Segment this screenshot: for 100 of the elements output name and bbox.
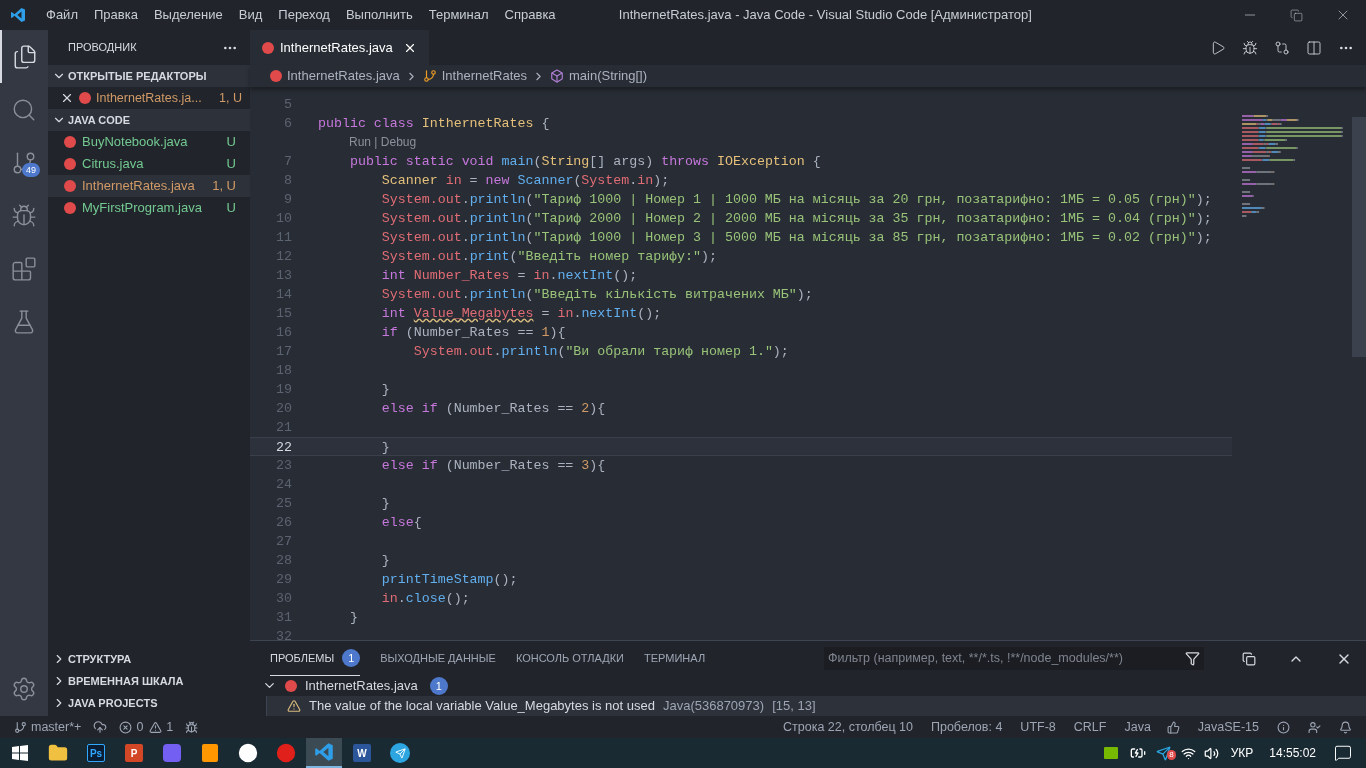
thumbs-up-icon[interactable]	[1166, 720, 1180, 734]
code-line: else if (Number_Rates == 2){	[380, 400, 606, 418]
section-header[interactable]: СТРУКТУРА	[48, 648, 250, 670]
line-number: 16	[275, 324, 292, 342]
section-header[interactable]: JAVA CODE	[48, 109, 250, 131]
settings-icon[interactable]	[11, 676, 37, 702]
app-logo-icon	[276, 743, 296, 763]
menu-item[interactable]: Переход	[270, 5, 338, 25]
code-line: if (Number_Rates == 1){	[380, 324, 566, 342]
problem-message[interactable]: The value of the local variable Value_Megabytes is not used	[309, 696, 655, 716]
file-status: U	[226, 133, 236, 152]
codelens[interactable]: Run | Debug	[349, 133, 417, 152]
line-number: 22	[275, 439, 292, 455]
status-item[interactable]: Java	[1124, 717, 1151, 737]
status-item[interactable]: CRLF	[1073, 717, 1107, 737]
menu-item[interactable]: Терминал	[420, 5, 497, 25]
java-file-icon	[64, 158, 76, 170]
error-icon	[119, 720, 133, 734]
feedback-icon[interactable]	[1308, 720, 1321, 734]
explorer-title: ПРОВОДНИК	[68, 40, 138, 56]
line-number: 25	[275, 495, 292, 513]
code-line: System.out.println("Введіть кількість витрачених МБ");	[380, 286, 813, 304]
debug-icon[interactable]	[1242, 39, 1258, 56]
files-icon	[12, 43, 38, 70]
panel-tab[interactable]: ТЕРМИНАЛ	[644, 641, 706, 676]
scrollbar[interactable]	[1352, 117, 1366, 357]
class-icon	[422, 69, 437, 83]
editor-tab[interactable]: InthernetRates.java	[250, 30, 429, 65]
close-icon[interactable]	[60, 91, 74, 105]
menu-item[interactable]: Выполнить	[337, 5, 421, 25]
code-line: }	[380, 439, 390, 455]
breadcrumb-item[interactable]: InthernetRates.java	[287, 66, 400, 86]
status-item[interactable]: Строка 22, столбец 10	[783, 717, 913, 737]
collapse-all-icon[interactable]	[1242, 651, 1256, 666]
file-item[interactable]: BuyNotebook.java U	[48, 131, 250, 153]
code-line: }	[380, 381, 390, 399]
battery-icon[interactable]	[1129, 745, 1146, 761]
windows-logo-icon[interactable]	[12, 745, 28, 761]
menu-item[interactable]: Выделение	[145, 5, 231, 25]
code-line: System.out.println("Тариф 1000 | Номер 3 | 5000 МБ на місяць за 85 грн, позатарифно: 1МБ = 0.02 (грн)");	[380, 229, 1212, 247]
taskbar-app[interactable]: W	[344, 738, 380, 768]
publish-icon[interactable]	[93, 720, 108, 734]
panel-tab[interactable]: КОНСОЛЬ ОТЛАДКИ	[515, 641, 624, 676]
git-tab[interactable]: 49	[0, 136, 48, 189]
keyboard-language[interactable]: УКР	[1230, 744, 1254, 762]
section-header[interactable]: ОТКРЫТЫЕ РЕДАКТОРЫ	[48, 65, 250, 87]
file-item[interactable]: MyFirstProgram.java U	[48, 197, 250, 219]
wifi-icon[interactable]	[1180, 745, 1196, 761]
java-runtime[interactable]: JavaSE-15	[1197, 717, 1259, 737]
vscode-logo-icon	[10, 7, 26, 23]
volume-icon[interactable]	[1203, 745, 1219, 761]
blocks-icon	[11, 255, 37, 282]
file-item[interactable]: Citrus.java U	[48, 153, 250, 175]
compare-icon[interactable]	[1274, 39, 1290, 56]
clock[interactable]: 14:55:02	[1269, 744, 1316, 762]
count-badge: 49	[22, 163, 40, 177]
split-editor-icon[interactable]	[1306, 39, 1322, 56]
problem-location: [15, 13]	[772, 697, 816, 715]
notification-icon[interactable]	[1339, 720, 1352, 734]
telegram-icon	[390, 743, 410, 763]
info-icon[interactable]	[1277, 720, 1290, 734]
menu-item[interactable]: Правка	[85, 5, 146, 25]
open-editor-item[interactable]: InthernetRates.ja... 1, U	[48, 87, 250, 109]
error-count[interactable]: 0	[136, 717, 144, 737]
taskbar-app[interactable]: P	[116, 738, 152, 768]
document-icon: W	[353, 744, 371, 762]
taskbar-app[interactable]: Ps	[78, 738, 114, 768]
breadcrumb-item[interactable]: main(String[])	[569, 66, 648, 86]
run-icon[interactable]	[1210, 39, 1226, 56]
line-number: 26	[275, 514, 292, 532]
warning-count[interactable]: 1	[166, 717, 174, 737]
problem-row[interactable]: The value of the local variable Value_Megabytes is not used Java(536870973) [15, 13]	[266, 695, 1366, 716]
breadcrumb-item[interactable]: InthernetRates	[441, 66, 527, 86]
panel-tab[interactable]: ВЫХОДНЫЕ ДАННЫЕ	[380, 641, 496, 676]
debug-icon[interactable]	[185, 720, 199, 734]
line-number: 11	[275, 229, 292, 247]
java-file-icon	[64, 180, 76, 192]
code-line: System.out.println("Тариф 1000 | Номер 1 | 1000 МБ на місяць за 20 грн, позатарифно: 1МБ = 0.05 (грн)");	[380, 191, 1212, 209]
line-number: 20	[275, 400, 292, 418]
section-header[interactable]: JAVA PROJECTS	[48, 692, 250, 714]
java-file-icon	[285, 679, 297, 692]
telegram-tray-icon[interactable]	[1155, 745, 1171, 761]
method-icon	[550, 69, 564, 83]
menu-item[interactable]: Вид	[230, 5, 271, 25]
menu-item[interactable]: Справка	[496, 5, 564, 25]
code-line: }	[348, 609, 358, 627]
branch-name[interactable]: master*+	[31, 717, 82, 737]
section-header[interactable]: ВРЕМЕННАЯ ШКАЛА	[48, 670, 250, 692]
gpu-icon[interactable]	[1103, 747, 1118, 759]
menu-item[interactable]: Файл	[38, 5, 86, 25]
panel-tab[interactable]: ПРОБЛЕМЫ 1	[270, 641, 361, 676]
notifications-icon[interactable]	[1334, 744, 1352, 762]
status-item[interactable]: Пробелов: 4	[931, 717, 1003, 737]
status-item[interactable]: UTF-8	[1020, 717, 1056, 737]
restore-icon[interactable]	[1290, 8, 1303, 22]
filter-field[interactable]: Фильтр (например, text, **/*.ts, !**/node_modules/**)	[824, 647, 1204, 670]
filter-icon[interactable]	[1185, 651, 1200, 666]
file-item[interactable]: InthernetRates.java 1, U	[48, 175, 250, 197]
problem-file-row[interactable]: InthernetRates.java 1	[250, 676, 1366, 696]
warning-icon	[287, 698, 301, 713]
